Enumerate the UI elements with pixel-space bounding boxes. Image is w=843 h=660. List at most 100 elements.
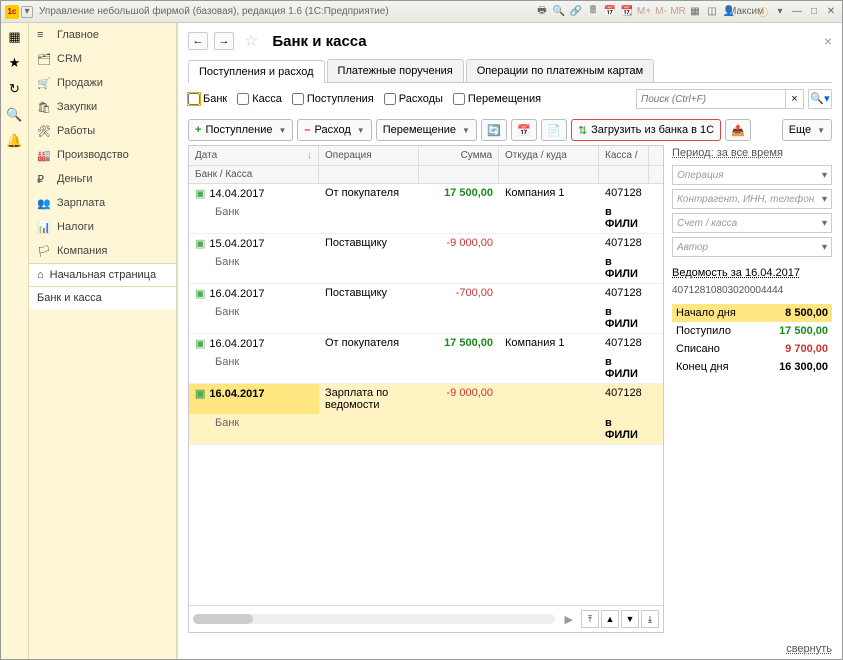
sub-bank-kassa[interactable]: Банк и касса xyxy=(29,287,176,309)
col-kassa[interactable]: Касса / xyxy=(599,146,649,165)
col-op[interactable]: Операция xyxy=(319,146,419,165)
m-icon[interactable]: M+ xyxy=(637,5,651,19)
sidebar-item-7[interactable]: 👥Зарплата xyxy=(29,191,176,215)
table-row[interactable]: ▣16.04.2017Поставщику-700,00407128Банкв … xyxy=(189,284,663,334)
title-bar: 1c ▾ Управление небольшой фирмой (базова… xyxy=(1,1,842,23)
table-row[interactable]: ▣16.04.2017От покупателя17 500,00Компани… xyxy=(189,334,663,384)
user-name: Максим xyxy=(739,5,753,19)
period-link[interactable]: Период: за все время xyxy=(672,145,832,161)
sidebar-item-1[interactable]: 🗂CRM xyxy=(29,47,176,71)
link-icon[interactable]: 🔗 xyxy=(569,5,583,19)
h-scrollbar[interactable] xyxy=(193,614,555,624)
close-icon[interactable]: ✕ xyxy=(824,5,838,19)
sidebar-item-9[interactable]: 🏳Компания xyxy=(29,239,176,263)
export-icon[interactable]: 📤 xyxy=(725,119,751,141)
col-where[interactable]: Откуда / куда xyxy=(499,146,599,165)
page-title: Банк и касса xyxy=(272,33,366,50)
search-input[interactable] xyxy=(636,89,786,109)
sidebar-item-2[interactable]: 🛒Продажи xyxy=(29,71,176,95)
search-tool-icon[interactable]: 🔍 xyxy=(6,107,22,123)
sidebar-item-5[interactable]: 🏭Производство xyxy=(29,143,176,167)
tab-payment-orders[interactable]: Платежные поручения xyxy=(327,59,464,82)
sidebar-item-6[interactable]: ₽Деньги xyxy=(29,167,176,191)
scroll-down-icon[interactable]: ▼ xyxy=(621,610,639,628)
dd-icon[interactable]: ▾ xyxy=(773,5,787,19)
app-menu-dropdown[interactable]: ▾ xyxy=(21,6,33,18)
grid-subheader: Банк / Касса xyxy=(189,166,663,184)
search-icon[interactable]: 🔍 xyxy=(552,5,566,19)
col-sum[interactable]: Сумма xyxy=(419,146,499,165)
forward-button[interactable]: → xyxy=(214,32,234,50)
scroll-up-icon[interactable]: ▲ xyxy=(601,610,619,628)
calc-icon[interactable]: 🖩 xyxy=(586,5,600,19)
table-row[interactable]: ▣16.04.2017Зарплата по ведомости-9 000,0… xyxy=(189,384,663,445)
history-icon[interactable]: ↻ xyxy=(9,81,20,97)
bell-icon[interactable]: 🔔 xyxy=(6,133,22,149)
section-label: Компания xyxy=(57,245,107,257)
favorite-icon[interactable]: ☆ xyxy=(244,31,258,51)
account-number: 40712810803020004444 xyxy=(672,285,832,296)
table-row[interactable]: ▣15.04.2017Поставщику-9 000,00407128Банк… xyxy=(189,234,663,284)
table-row[interactable]: ▣14.04.2017От покупателя17 500,00Компани… xyxy=(189,184,663,234)
tab-income-expense[interactable]: Поступления и расход xyxy=(188,60,325,83)
summary-table: Начало дня8 500,00Поступило17 500,00Спис… xyxy=(672,304,832,376)
filter-counterparty[interactable]: Контрагент, ИНН, телефон▾ xyxy=(672,189,832,209)
search-go-icon[interactable]: 🔍▾ xyxy=(808,89,832,109)
sidebar-item-8[interactable]: 📊Налоги xyxy=(29,215,176,239)
filter-expense[interactable]: Расходы xyxy=(384,93,443,105)
panel-icon[interactable]: ◫ xyxy=(705,5,719,19)
sidebar: ≡Главное🗂CRM🛒Продажи🛍Закупки🛠Работы🏭Прои… xyxy=(29,23,177,659)
print-icon[interactable]: 🖶 xyxy=(535,5,549,19)
col-bank: Банк / Касса xyxy=(189,166,319,183)
back-button[interactable]: ← xyxy=(188,32,208,50)
filter-income[interactable]: Поступления xyxy=(292,93,374,105)
info-icon[interactable]: ⓘ xyxy=(756,5,770,19)
add-expense-button[interactable]: –Расход▼ xyxy=(297,119,371,141)
quick-toolbar: ▦ ★ ↻ 🔍 🔔 xyxy=(1,23,29,659)
load-from-bank-button[interactable]: ⇅Загрузить из банка в 1С xyxy=(571,119,721,141)
section-icon: 👥 xyxy=(37,197,49,209)
summary-row: Конец дня16 300,00 xyxy=(672,358,832,376)
move-button[interactable]: Перемещение▼ xyxy=(376,119,477,141)
filter-operation[interactable]: Операция▾ xyxy=(672,165,832,185)
summary-row: Начало дня8 500,00 xyxy=(672,304,832,322)
section-icon: 🛠 xyxy=(37,125,49,137)
filter-author[interactable]: Автор▾ xyxy=(672,237,832,257)
section-icon: ₽ xyxy=(37,173,49,185)
m-icon-3[interactable]: MR xyxy=(671,5,685,19)
sidebar-item-3[interactable]: 🛍Закупки xyxy=(29,95,176,119)
side-panel: Период: за все время Операция▾ Контраген… xyxy=(672,145,832,633)
tab-card-ops[interactable]: Операции по платежным картам xyxy=(466,59,654,82)
copy-icon[interactable]: 📄 xyxy=(541,119,567,141)
calendar-btn-icon[interactable]: 📅 xyxy=(511,119,537,141)
home-link[interactable]: ⌂Начальная страница xyxy=(29,264,176,286)
filter-kassa[interactable]: Касса xyxy=(237,93,282,105)
date-icon[interactable]: 📆 xyxy=(620,5,634,19)
sidebar-item-0[interactable]: ≡Главное xyxy=(29,23,176,47)
more-button[interactable]: Еще▼ xyxy=(782,119,832,141)
section-icon: 🏭 xyxy=(37,149,49,161)
search-clear-icon[interactable]: × xyxy=(786,89,804,109)
close-page-icon[interactable]: × xyxy=(824,33,832,49)
filter-move[interactable]: Перемещения xyxy=(453,93,541,105)
page-tabs: Поступления и расход Платежные поручения… xyxy=(188,59,832,83)
section-label: Продажи xyxy=(57,77,103,89)
refresh-icon[interactable]: 🔄 xyxy=(481,119,507,141)
collapse-link[interactable]: свернуть xyxy=(786,643,832,655)
filter-bank[interactable]: Банк xyxy=(188,93,227,105)
filter-account[interactable]: Счет / касса▾ xyxy=(672,213,832,233)
star-icon[interactable]: ★ xyxy=(9,55,21,71)
grid-icon[interactable]: ▦ xyxy=(688,5,702,19)
scroll-top-icon[interactable]: ⤒ xyxy=(581,610,599,628)
main-area: ← → ☆ Банк и касса × Поступления и расхо… xyxy=(177,23,842,659)
apps-icon[interactable]: ▦ xyxy=(8,29,20,45)
add-income-button[interactable]: +Поступление▼ xyxy=(188,119,293,141)
calendar-icon[interactable]: 📅 xyxy=(603,5,617,19)
minimize-icon[interactable]: — xyxy=(790,5,804,19)
scroll-bottom-icon[interactable]: ⤓ xyxy=(641,610,659,628)
sidebar-item-4[interactable]: 🛠Работы xyxy=(29,119,176,143)
col-date[interactable]: Дата ↓ xyxy=(189,146,319,165)
m-icon-2[interactable]: M- xyxy=(654,5,668,19)
statement-title[interactable]: Ведомость за 16.04.2017 xyxy=(672,267,832,279)
maximize-icon[interactable]: □ xyxy=(807,5,821,19)
